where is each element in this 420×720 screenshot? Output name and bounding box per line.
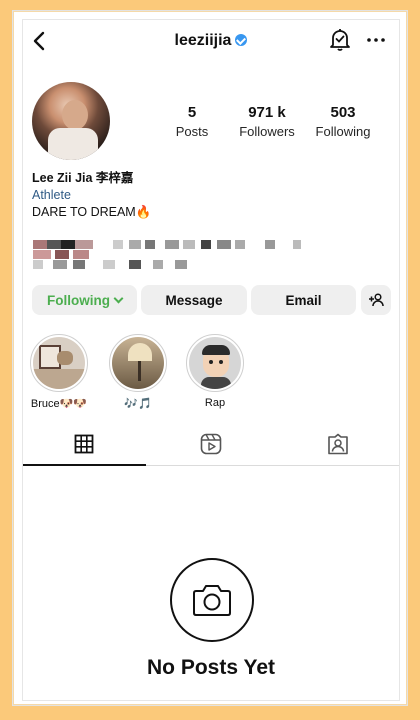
pixelated-redacted-text — [33, 240, 333, 276]
category-label: Athlete — [32, 188, 71, 202]
highlight-label: Rap — [204, 397, 226, 409]
following-button[interactable]: Following — [32, 285, 137, 315]
empty-state-title: No Posts Yet — [147, 656, 275, 679]
posts-count: 5 — [187, 104, 197, 121]
highlight-bruce[interactable]: Bruce🐶🐶 — [28, 334, 90, 410]
followers-count: 971 k — [248, 104, 286, 121]
username: leeziijia — [174, 32, 232, 49]
profile-screen: leeziijia 5 Posts 971 k Followers 503 Fo… — [22, 19, 400, 701]
highlight-cover-lamp — [112, 337, 164, 389]
following-button-label: Following — [47, 292, 110, 308]
grid-icon — [74, 434, 94, 454]
screenshot-frame: leeziijia 5 Posts 971 k Followers 503 Fo… — [12, 10, 408, 706]
profile-bio: Lee Zii Jia 李梓嘉 Athlete DARE TO DREAM🔥 — [32, 170, 372, 221]
posts-label: Posts — [175, 124, 209, 139]
highlight-label: Bruce🐶🐶 — [30, 398, 88, 410]
camera-icon — [193, 585, 231, 616]
stat-followers[interactable]: 971 k Followers — [227, 104, 307, 139]
stat-posts[interactable]: 5 Posts — [152, 104, 232, 139]
display-name: Lee Zii Jia 李梓嘉 — [32, 171, 134, 185]
message-button-label: Message — [165, 292, 223, 308]
chevron-down-icon — [113, 293, 124, 303]
tagged-person-icon — [328, 433, 348, 455]
bio-text: DARE TO DREAM🔥 — [32, 205, 152, 219]
tab-reels[interactable] — [150, 424, 272, 464]
notification-bell-icon[interactable] — [329, 28, 351, 52]
more-options-icon[interactable] — [366, 30, 386, 50]
tab-posts-grid[interactable] — [23, 424, 145, 464]
message-button[interactable]: Message — [141, 285, 247, 315]
suggested-accounts-button[interactable] — [361, 285, 391, 315]
add-person-icon — [369, 293, 384, 307]
following-label: Following — [315, 124, 371, 139]
followers-label: Followers — [239, 124, 295, 139]
email-button-label: Email — [285, 292, 322, 308]
highlight-music[interactable]: 🎶🎵 — [107, 334, 169, 410]
highlight-rap[interactable]: Rap — [184, 334, 246, 409]
stat-following[interactable]: 503 Following — [303, 104, 383, 139]
highlight-cover-memoji — [189, 337, 241, 389]
highlight-ring — [109, 334, 167, 392]
highlight-ring — [30, 334, 88, 392]
top-bar: leeziijia — [23, 20, 399, 62]
verified-badge-icon — [235, 33, 248, 46]
highlight-cover-dog — [33, 337, 85, 389]
following-count: 503 — [330, 104, 356, 121]
tab-tagged[interactable] — [277, 424, 399, 464]
email-button[interactable]: Email — [251, 285, 356, 315]
highlight-ring — [186, 334, 244, 392]
profile-avatar[interactable] — [32, 82, 110, 160]
highlight-label: 🎶🎵 — [124, 398, 152, 410]
reels-icon — [200, 433, 222, 455]
empty-state-circle — [170, 558, 254, 642]
active-tab-indicator — [23, 464, 146, 466]
